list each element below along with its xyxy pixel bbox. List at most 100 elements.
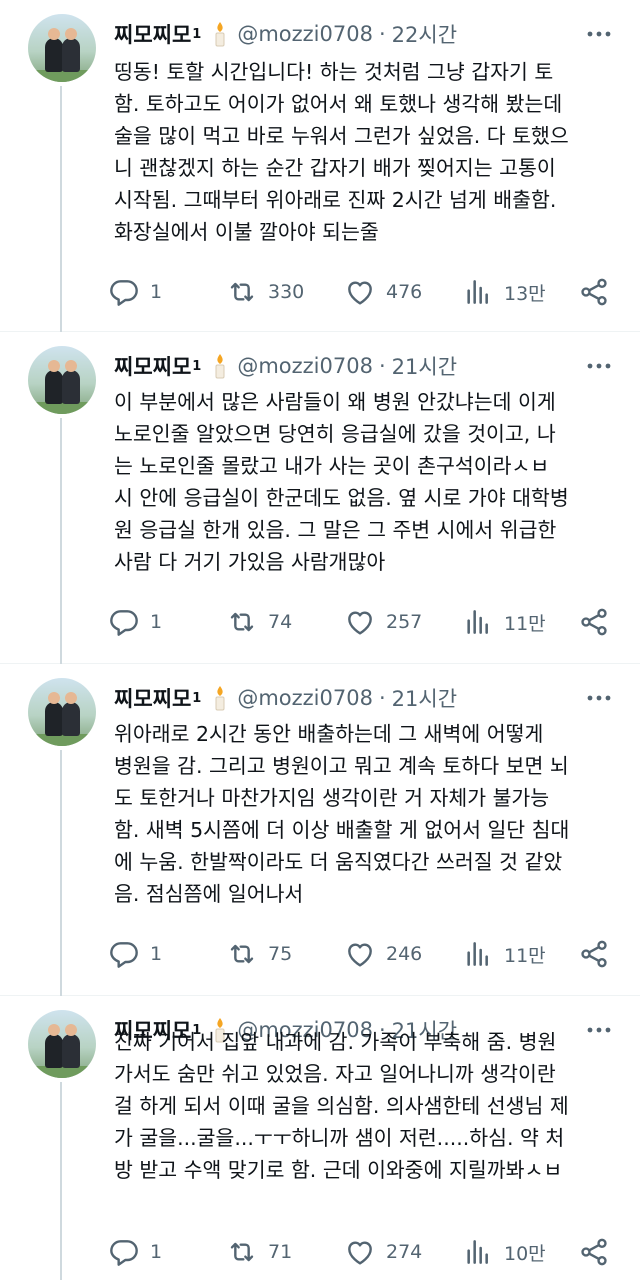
tweet-text-line: 가 굴을...굴을...ㅜㅜ하니까 샘이 저런.....하심. 약 처	[114, 1126, 565, 1150]
tweet[interactable]: 찌모찌모 1 @mozzi0708 · 21시간 진짜 기어서 집앞 내과에 감.…	[0, 996, 640, 1280]
reply-count: 1	[150, 943, 163, 965]
retweet-button[interactable]: 330	[226, 272, 304, 312]
avatar[interactable]	[28, 346, 96, 414]
tweet-text: 진짜 기어서 집앞 내과에 감. 가족이 부축해 줌. 병원 가서도 숨만 쉬고…	[114, 1026, 614, 1186]
like-button[interactable]: 257	[344, 602, 422, 642]
tweet[interactable]: 찌모찌모 1 @mozzi0708 · 21시간 이 부분에서 많은 사람들이 왜…	[0, 332, 640, 664]
timestamp[interactable]: 21시간	[392, 683, 457, 713]
tweet-text-line: 니 괜찮겠지 하는 순간 갑자기 배가 찢어지는 고통이	[114, 156, 556, 180]
like-icon	[348, 1241, 372, 1265]
retweet-icon	[230, 612, 254, 632]
share-button[interactable]	[578, 272, 610, 312]
views-count: 10만	[504, 1242, 546, 1265]
share-button[interactable]	[578, 934, 610, 974]
tweet-text-line: 가서도 숨만 쉬고 있었음. 자고 일어나니까 생각이란	[114, 1062, 556, 1086]
like-button[interactable]: 274	[344, 1232, 422, 1272]
reply-button[interactable]: 1	[108, 272, 162, 312]
views-count: 13만	[504, 282, 546, 305]
tweet-text-line: 에 누움. 한발짝이라도 더 움직였다간 쓰러질 것 같았	[114, 850, 563, 874]
tweet-text-line: 도 토한거나 마찬가지임 생각이란 거 자체가 불가능	[114, 786, 550, 810]
retweet-count: 75	[268, 943, 293, 965]
tweet-text-line: 노로인줄 알았으면 당연히 응급실에 갔을 것이고, 나	[114, 422, 556, 446]
tweet-text-line: 화장실에서 이불 깔아야 되는줄	[114, 220, 379, 244]
author-superscript: 1	[192, 690, 202, 706]
like-count: 257	[386, 611, 423, 633]
retweet-icon	[230, 1242, 254, 1262]
views-icon	[467, 280, 488, 304]
tweet-text-line: 시작됨. 그때부터 위아래로 진짜 2시간 넘게 배출함.	[114, 188, 557, 212]
tweet-text-line: 시 안에 응급실이 한군데도 없음. 옆 시로 가야 대학병	[114, 486, 569, 510]
share-button[interactable]	[578, 1232, 610, 1272]
thread-line	[60, 750, 62, 996]
separator-dot: ·	[378, 354, 386, 378]
views-button[interactable]: 11만	[462, 934, 546, 974]
tweet-actions: 1 75 246 11만	[108, 934, 618, 974]
reply-button[interactable]: 1	[108, 602, 162, 642]
more-icon[interactable]	[584, 346, 614, 386]
avatar[interactable]	[28, 1010, 96, 1078]
like-count: 274	[386, 1241, 423, 1263]
author-name[interactable]: 찌모찌모	[114, 19, 191, 49]
timestamp[interactable]: 21시간	[392, 351, 457, 381]
tweet-text-line: 술을 많이 먹고 바로 누워서 그런가 싶었음. 다 토했으	[114, 124, 569, 148]
author-name[interactable]: 찌모찌모	[114, 351, 191, 381]
retweet-button[interactable]: 75	[226, 934, 292, 974]
tweet-actions: 1 74 257 11만	[108, 602, 618, 642]
reply-count: 1	[150, 1241, 163, 1263]
views-button[interactable]: 11만	[462, 602, 546, 642]
share-button[interactable]	[578, 602, 610, 642]
thread-line	[60, 86, 62, 332]
tweet-text-line: 함. 새벽 5시쯤에 더 이상 배출할 게 없어서 일단 침대	[114, 818, 570, 842]
views-icon	[467, 1240, 488, 1264]
views-button[interactable]: 13만	[462, 272, 546, 312]
reply-button[interactable]: 1	[108, 934, 162, 974]
timestamp[interactable]: 22시간	[392, 19, 457, 49]
reply-count: 1	[150, 611, 163, 633]
views-count: 11만	[504, 612, 546, 635]
tweet-text-line: 는 노로인줄 몰랐고 내가 사는 곳이 촌구석이라ㅅㅂ	[114, 454, 550, 478]
author-handle[interactable]: @mozzi0708	[237, 686, 373, 710]
like-button[interactable]: 246	[344, 934, 422, 974]
reply-icon	[110, 1240, 138, 1266]
retweet-icon	[230, 282, 254, 302]
tweet-text-line: 원 응급실 한개 있음. 그 말은 그 주변 시에서 위급한	[114, 518, 557, 542]
tweet-text: 이 부분에서 많은 사람들이 왜 병원 안갔냐는데 이게 노로인줄 알았으면 당…	[114, 386, 614, 578]
tweet[interactable]: 찌모찌모 1 @mozzi0708 · 21시간 위아래로 2시간 동안 배출하는…	[0, 664, 640, 996]
tweet-text-line: 걸 하게 되서 이때 굴을 의심함. 의사샘한테 선생님 제	[114, 1094, 569, 1118]
author-handle[interactable]: @mozzi0708	[237, 354, 373, 378]
tweet-actions: 1 71 274 10만	[108, 1232, 618, 1272]
more-icon[interactable]	[584, 14, 614, 54]
tweet-text-line: 병원을 감. 그리고 병원이고 뭐고 계속 토하다 보면 뇌	[114, 754, 569, 778]
like-count: 476	[386, 281, 423, 303]
reply-button[interactable]: 1	[108, 1232, 162, 1272]
like-icon	[348, 611, 372, 635]
candle-icon	[215, 686, 225, 711]
author-superscript: 1	[192, 358, 202, 374]
tweet[interactable]: 찌모찌모 1 @mozzi0708 · 22시간 띵동! 토할 시간입니다! 하는…	[0, 0, 640, 332]
separator-dot: ·	[378, 22, 386, 46]
retweet-button[interactable]: 71	[226, 1232, 292, 1272]
author-name[interactable]: 찌모찌모	[114, 683, 191, 713]
like-button[interactable]: 476	[344, 272, 422, 312]
tweet-text-line: 위아래로 2시간 동안 배출하는데 그 새벽에 어떻게	[114, 722, 544, 746]
tweet-actions: 1 330 476 13만	[108, 272, 618, 312]
reply-count: 1	[150, 281, 163, 303]
avatar[interactable]	[28, 678, 96, 746]
candle-icon	[215, 22, 225, 47]
author-handle[interactable]: @mozzi0708	[237, 22, 373, 46]
author-superscript: 1	[192, 26, 202, 42]
thread-line	[60, 418, 62, 664]
more-icon[interactable]	[584, 678, 614, 718]
like-icon	[348, 281, 372, 305]
views-icon	[467, 942, 488, 966]
tweet-text-line: 함. 토하고도 어이가 없어서 왜 토했나 생각해 봤는데	[114, 92, 563, 116]
views-button[interactable]: 10만	[462, 1232, 546, 1272]
tweet-text-line: 사람 다 거기 가있음 사람개많아	[114, 550, 386, 574]
retweet-count: 74	[268, 611, 293, 633]
avatar[interactable]	[28, 14, 96, 82]
retweet-button[interactable]: 74	[226, 602, 292, 642]
candle-icon	[215, 354, 225, 379]
tweet-text-line: 방 받고 수액 맞기로 함. 근데 이와중에 지릴까봐ㅅㅂ	[114, 1158, 563, 1182]
share-icon	[581, 278, 607, 306]
views-count: 11만	[504, 944, 546, 967]
